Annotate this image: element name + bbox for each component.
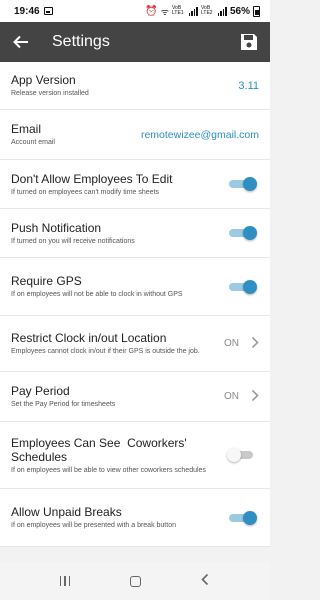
setting-subtitle: If on employees will be presented with a… bbox=[11, 522, 176, 529]
push-notification-toggle[interactable] bbox=[229, 226, 257, 240]
network-label-1: VoB LTE1 bbox=[171, 5, 184, 16]
setting-unpaid-breaks: Allow Unpaid Breaks If on employees will… bbox=[0, 489, 270, 547]
dont-allow-edit-toggle[interactable] bbox=[229, 177, 257, 191]
image-notification-icon bbox=[43, 7, 53, 15]
pay-period-value: ON bbox=[224, 391, 239, 402]
setting-subtitle: If on employees will be able to view oth… bbox=[11, 466, 206, 474]
battery-icon bbox=[253, 5, 260, 17]
settings-list: App Version Release version installed 3.… bbox=[0, 62, 270, 547]
setting-subtitle: If turned on employees can't modify time… bbox=[11, 188, 160, 196]
status-time: 19:46 bbox=[14, 5, 40, 17]
status-bar: 19:46 ⏰ ᯤ VoB LTE1 VoB LTE2 56% bbox=[0, 0, 270, 22]
setting-pay-period[interactable]: Pay Period Set the Pay Period for timesh… bbox=[0, 372, 270, 422]
wifi-icon: ᯤ bbox=[160, 6, 169, 17]
setting-text: Don't Allow Employees To Edit If turned … bbox=[11, 172, 229, 197]
setting-subtitle: If on employees will not be able to cloc… bbox=[11, 291, 183, 298]
setting-title: Require GPS bbox=[11, 274, 82, 288]
unpaid-breaks-toggle[interactable] bbox=[229, 510, 257, 525]
app-version-value: 3.11 bbox=[238, 79, 259, 92]
setting-subtitle: If turned on you will receive notificati… bbox=[11, 237, 135, 245]
alarm-icon: ⏰ bbox=[145, 5, 158, 17]
setting-subtitle: Set the Pay Period for timesheets bbox=[11, 401, 116, 408]
page-title: Settings bbox=[52, 33, 110, 50]
setting-title: Push Notification bbox=[11, 220, 102, 235]
restrict-location-value: ON bbox=[224, 338, 239, 349]
setting-title: Restrict Clock in/out Location bbox=[11, 331, 167, 345]
chevron-right-icon bbox=[251, 389, 259, 405]
signal-2-icon bbox=[217, 6, 227, 16]
setting-restrict-location[interactable]: Restrict Clock in/out Location Employees… bbox=[0, 316, 270, 372]
setting-app-version: App Version Release version installed 3.… bbox=[0, 62, 270, 110]
setting-require-gps: Require GPS If on employees will not be … bbox=[0, 258, 270, 316]
setting-title: Pay Period bbox=[11, 384, 70, 398]
home-icon bbox=[129, 575, 141, 587]
setting-title: App Version bbox=[11, 73, 76, 87]
setting-text: Email Account email bbox=[11, 122, 141, 147]
setting-text: Restrict Clock in/out Location Employees… bbox=[11, 331, 224, 356]
setting-title: Employees Can See Coworkers' Schedules bbox=[11, 435, 191, 464]
setting-text: Allow Unpaid Breaks If on employees will… bbox=[11, 505, 229, 530]
setting-text: Employees Can See Coworkers' Schedules I… bbox=[11, 436, 229, 475]
setting-dont-allow-edit: Don't Allow Employees To Edit If turned … bbox=[0, 160, 270, 209]
email-value[interactable]: remotewizee@gmail.com bbox=[141, 129, 259, 141]
network-label-2: VoB LTE2 bbox=[200, 5, 213, 16]
app-bar: Settings bbox=[0, 22, 270, 62]
chevron-left-icon bbox=[201, 573, 209, 589]
system-nav-bar bbox=[0, 562, 270, 600]
floppy-disk-icon[interactable] bbox=[238, 31, 260, 53]
setting-text: Require GPS If on employees will not be … bbox=[11, 274, 229, 299]
status-right: ⏰ ᯤ VoB LTE1 VoB LTE2 56% bbox=[145, 5, 260, 18]
require-gps-toggle[interactable] bbox=[229, 279, 257, 294]
setting-text: Push Notification If turned on you will … bbox=[11, 221, 229, 246]
chevron-right-icon bbox=[251, 336, 259, 352]
setting-see-coworkers: Employees Can See Coworkers' Schedules I… bbox=[0, 422, 270, 489]
signal-1-icon bbox=[188, 6, 198, 16]
recent-apps-icon bbox=[59, 576, 71, 586]
setting-subtitle: Employees cannot clock in/out if their G… bbox=[11, 348, 200, 355]
setting-subtitle: Account email bbox=[11, 139, 55, 146]
setting-push-notification: Push Notification If turned on you will … bbox=[0, 209, 270, 258]
restrict-location-control[interactable]: ON bbox=[224, 336, 259, 352]
pay-period-control[interactable]: ON bbox=[224, 389, 259, 405]
recent-apps-button[interactable] bbox=[53, 569, 77, 593]
arrow-left-icon[interactable] bbox=[10, 31, 32, 53]
setting-text: App Version Release version installed bbox=[11, 73, 238, 98]
status-left: 19:46 bbox=[14, 6, 53, 17]
battery-percent: 56% bbox=[229, 5, 250, 17]
setting-title: Don't Allow Employees To Edit bbox=[11, 171, 173, 186]
setting-title: Allow Unpaid Breaks bbox=[11, 505, 122, 519]
setting-email[interactable]: Email Account email remotewizee@gmail.co… bbox=[0, 110, 270, 160]
see-coworkers-toggle[interactable] bbox=[227, 448, 255, 462]
home-button[interactable] bbox=[123, 569, 147, 593]
setting-subtitle: Release version installed bbox=[11, 90, 89, 97]
setting-title: Email bbox=[11, 122, 42, 136]
setting-text: Pay Period Set the Pay Period for timesh… bbox=[11, 384, 224, 409]
back-button[interactable] bbox=[193, 569, 217, 593]
